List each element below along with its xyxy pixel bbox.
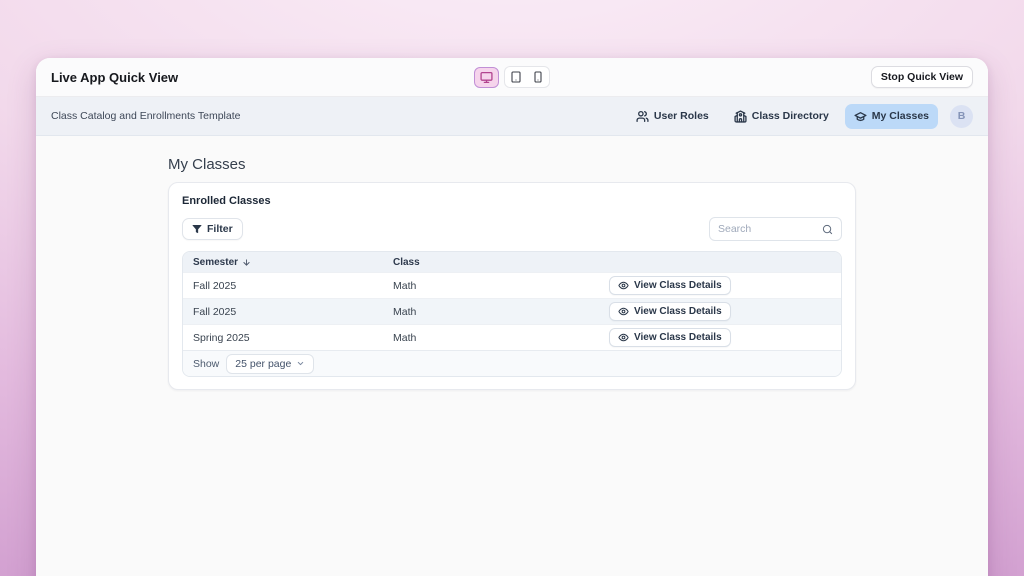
search-box xyxy=(709,217,842,241)
eye-icon xyxy=(618,280,629,291)
monitor-icon xyxy=(480,71,493,84)
chevron-down-icon xyxy=(296,359,305,368)
table-row: Fall 2025 Math View Class Details xyxy=(183,272,841,298)
enrolled-classes-card: Enrolled Classes Filter xyxy=(168,182,856,390)
per-page-select[interactable]: 25 per page xyxy=(226,354,314,374)
mobile-preview-button[interactable] xyxy=(527,67,549,87)
tablet-icon xyxy=(510,71,522,83)
device-preview-switcher xyxy=(474,66,550,88)
per-page-value: 25 per page xyxy=(235,358,291,370)
enrolled-classes-table: Semester Class Fall 2025 Math xyxy=(182,251,842,377)
live-app-content: My Classes Enrolled Classes Filter xyxy=(36,136,988,390)
view-class-details-button[interactable]: View Class Details xyxy=(609,328,731,347)
window-title: Live App Quick View xyxy=(51,70,178,85)
view-class-details-button[interactable]: View Class Details xyxy=(609,276,731,295)
nav-menu: User Roles Class Directory My Classes B xyxy=(627,104,973,129)
users-icon xyxy=(636,110,649,123)
nav-item-user-roles[interactable]: User Roles xyxy=(627,104,718,129)
live-app-navbar: Class Catalog and Enrollments Template U… xyxy=(36,97,988,136)
nav-item-label: My Classes xyxy=(872,110,929,122)
nav-item-label: Class Directory xyxy=(752,110,829,122)
sort-desc-arrow-icon xyxy=(242,258,251,267)
view-class-details-label: View Class Details xyxy=(634,306,722,317)
school-icon xyxy=(734,110,747,123)
view-class-details-label: View Class Details xyxy=(634,332,722,343)
cell-semester: Spring 2025 xyxy=(193,332,393,344)
cell-semester: Fall 2025 xyxy=(193,306,393,318)
table-row: Fall 2025 Math View Class Details xyxy=(183,298,841,324)
search-icon xyxy=(822,224,833,235)
stop-quick-view-button[interactable]: Stop Quick View xyxy=(871,66,973,88)
show-label: Show xyxy=(193,358,219,370)
desktop-preview-button[interactable] xyxy=(474,67,499,88)
view-class-details-button[interactable]: View Class Details xyxy=(609,302,731,321)
column-header-class[interactable]: Class xyxy=(393,257,609,268)
table-row: Spring 2025 Math View Class Details xyxy=(183,324,841,350)
filter-icon xyxy=(192,224,202,234)
cell-semester: Fall 2025 xyxy=(193,280,393,292)
table-header-row: Semester Class xyxy=(183,252,841,272)
view-class-details-label: View Class Details xyxy=(634,280,722,291)
tablet-preview-button[interactable] xyxy=(505,67,527,87)
table-footer: Show 25 per page xyxy=(183,350,841,376)
user-avatar[interactable]: B xyxy=(950,105,973,128)
quick-view-window: Live App Quick View S xyxy=(36,58,988,576)
column-header-semester[interactable]: Semester xyxy=(193,257,393,268)
table-toolbar: Filter xyxy=(182,217,842,241)
column-header-label: Class xyxy=(393,257,420,268)
eye-icon xyxy=(618,306,629,317)
column-header-label: Semester xyxy=(193,257,238,268)
search-input[interactable] xyxy=(718,223,816,235)
filter-button[interactable]: Filter xyxy=(182,218,243,240)
filter-button-label: Filter xyxy=(207,223,233,235)
device-pair xyxy=(504,66,550,88)
smartphone-icon xyxy=(532,71,544,83)
cell-class: Math xyxy=(393,306,609,318)
titlebar: Live App Quick View S xyxy=(36,58,988,97)
cell-class: Math xyxy=(393,280,609,292)
eye-icon xyxy=(618,332,629,343)
cell-class: Math xyxy=(393,332,609,344)
graduation-cap-icon xyxy=(854,110,867,123)
card-title: Enrolled Classes xyxy=(182,195,842,207)
nav-item-label: User Roles xyxy=(654,110,709,122)
nav-item-class-directory[interactable]: Class Directory xyxy=(725,104,838,129)
breadcrumb: Class Catalog and Enrollments Template xyxy=(51,110,241,122)
nav-item-my-classes[interactable]: My Classes xyxy=(845,104,938,129)
page-title: My Classes xyxy=(168,156,856,173)
